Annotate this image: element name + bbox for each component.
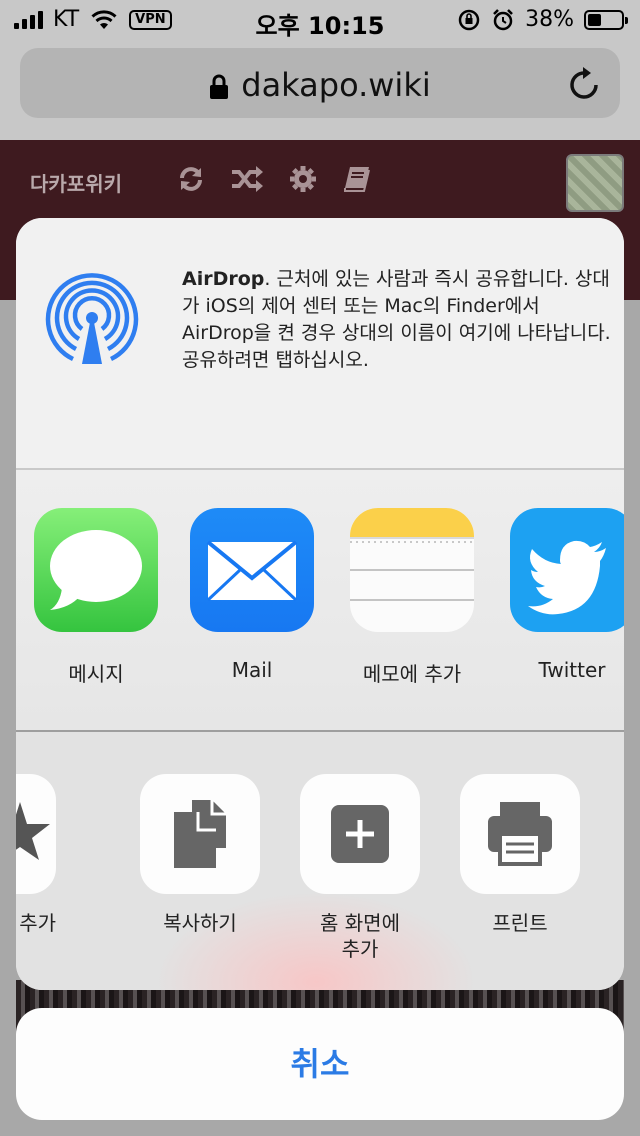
share-app-label: 메시지 xyxy=(68,662,124,686)
mail-icon[interactable] xyxy=(190,508,314,632)
reload-icon[interactable] xyxy=(568,64,602,102)
printer-icon xyxy=(488,802,552,866)
share-app-label: Twitter xyxy=(538,658,606,682)
action-more[interactable] xyxy=(604,774,624,894)
action-label: 찾기에 추가 xyxy=(16,911,56,935)
book-icon[interactable] xyxy=(342,164,372,194)
airdrop-description: AirDrop. 근처에 있는 사람과 즉시 공유합니다. 상대가 iOS의 제… xyxy=(182,266,612,374)
address-bar[interactable]: dakapo.wiki xyxy=(20,48,620,118)
share-app-notes[interactable]: 메모에 추가 xyxy=(332,508,492,687)
twitter-icon[interactable] xyxy=(510,508,624,632)
action-icon-tile[interactable] xyxy=(16,774,56,894)
status-bar: KT VPN 오후 10:15 38% xyxy=(0,0,640,40)
gear-icon[interactable] xyxy=(288,164,318,194)
airdrop-icon xyxy=(45,273,139,364)
share-app-label: Mail xyxy=(231,658,273,682)
action-label: 복사하기 xyxy=(163,911,237,935)
share-app-messages[interactable]: 메시지 xyxy=(16,508,176,687)
action-add-favorite[interactable]: 찾기에 추가 xyxy=(16,774,76,936)
user-avatar[interactable] xyxy=(566,154,624,212)
action-icon-tile[interactable] xyxy=(300,774,420,894)
star-icon xyxy=(16,802,50,860)
action-label-line: 홈 화면에 xyxy=(320,911,400,935)
cancel-button[interactable]: 취소 xyxy=(16,1008,624,1120)
orientation-lock-icon xyxy=(458,9,480,30)
copy-icon xyxy=(174,800,226,868)
share-app-label: 메모에 추가 xyxy=(362,662,462,686)
share-app-twitter[interactable]: Twitter xyxy=(492,508,624,682)
share-actions-row: 찾기에 추가 복사하기 홈 화면에 xyxy=(16,732,624,990)
action-icon-tile[interactable] xyxy=(460,774,580,894)
action-icon-tile[interactable] xyxy=(140,774,260,894)
action-add-to-home[interactable]: 홈 화면에 추가 xyxy=(280,774,440,962)
action-print[interactable]: 프린트 xyxy=(440,774,600,936)
share-apps-row: 메시지 Mail 메모에 추가 Twitter xyxy=(16,470,624,730)
action-label-line: 추가 xyxy=(341,937,379,961)
refresh-icon[interactable] xyxy=(176,164,206,194)
action-label: 프린트 xyxy=(492,911,548,935)
notes-icon[interactable] xyxy=(350,508,474,632)
action-label: 홈 화면에 추가 xyxy=(280,910,440,962)
battery-percent: 38% xyxy=(525,7,574,32)
messages-icon[interactable] xyxy=(34,508,158,632)
airdrop-title: AirDrop xyxy=(182,268,265,290)
url-text: dakapo.wiki xyxy=(241,66,431,104)
site-title[interactable]: 다카포위키 xyxy=(30,168,122,197)
share-app-mail[interactable]: Mail xyxy=(172,508,332,682)
action-copy[interactable]: 복사하기 xyxy=(120,774,280,936)
airdrop-section[interactable]: AirDrop. 근처에 있는 사람과 즉시 공유합니다. 상대가 iOS의 제… xyxy=(16,218,624,468)
browser-toolbar: dakapo.wiki xyxy=(0,40,640,140)
lock-icon xyxy=(210,74,229,99)
battery-icon xyxy=(584,9,628,30)
share-sheet: AirDrop. 근처에 있는 사람과 즉시 공유합니다. 상대가 iOS의 제… xyxy=(16,218,624,990)
alarm-icon xyxy=(493,8,513,30)
add-square-icon xyxy=(331,805,389,863)
shuffle-icon[interactable] xyxy=(230,164,264,194)
